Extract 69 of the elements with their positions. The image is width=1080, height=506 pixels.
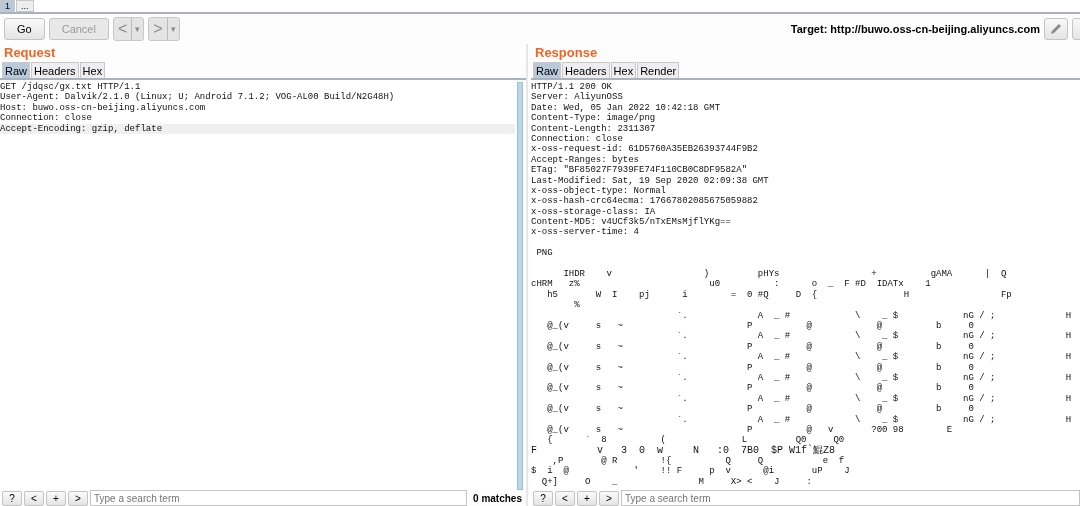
search-nav-button[interactable]: < bbox=[555, 490, 575, 506]
target-label: Target: http://buwo.oss-cn-beijing.aliyuncs.com bbox=[790, 23, 1040, 35]
message-line: `. A _ # \ _ $ nG / ; H bbox=[675, 310, 1072, 321]
message-line: @_(v s ~ P @ v ?00 98 E bbox=[546, 424, 953, 435]
message-line: x-oss-server-time: 4 bbox=[531, 227, 640, 238]
scrollbar[interactable] bbox=[517, 82, 523, 490]
view-tab[interactable]: Render bbox=[637, 62, 680, 78]
message-line: Accept-Ranges: bytes bbox=[531, 154, 640, 165]
search-nav-button[interactable]: > bbox=[599, 490, 619, 506]
message-line: cHRM z% u0 : o _ F #D IDATx 1 bbox=[531, 279, 931, 290]
search-field[interactable]: Type a search term bbox=[90, 490, 468, 506]
message-line: x-oss-hash-crc64ecma: 17667802085675059882 bbox=[531, 196, 758, 207]
message-line: `. A _ # \ _ $ nG / ; H bbox=[675, 331, 1072, 342]
pane-title: Request bbox=[3, 44, 57, 62]
view-tab[interactable]: Headers bbox=[562, 62, 610, 78]
message-line: Accept-Encoding: gzip, deflate bbox=[0, 123, 163, 134]
search-nav-button[interactable]: > bbox=[68, 490, 88, 506]
message-line: Content-MD5: v4UCf3k5/nTxEMsMjflYKg== bbox=[531, 217, 731, 228]
match-count: 0 matches bbox=[472, 492, 523, 504]
message-line: ,P @ R !{ Q Q e f bbox=[552, 456, 845, 467]
message-line: Date: Wed, 05 Jan 2022 10:42:18 GMT bbox=[531, 102, 721, 113]
search-nav-button[interactable]: + bbox=[46, 490, 66, 506]
search-nav-button[interactable]: ? bbox=[533, 490, 553, 506]
message-line: @_(v s ~ P @ @ b 0 bbox=[546, 404, 974, 415]
view-tab[interactable]: Hex bbox=[79, 62, 106, 78]
message-line: x-oss-request-id: 61D5760A35EB26393744F9B2 bbox=[531, 144, 758, 155]
message-line: @_(v s ~ P @ @ b 0 bbox=[546, 321, 974, 331]
message-line: Content-Type: image/png bbox=[531, 113, 656, 124]
message-line: Server: AliyunOSS bbox=[531, 92, 623, 103]
go-button[interactable]: Go bbox=[4, 18, 45, 40]
toolbar-button[interactable] bbox=[1072, 18, 1080, 40]
message-line: User-Agent: Dalvik/2.1.0 (Linux; U; Android 7.1.2; VOG-AL00 Build/N2G48H) bbox=[0, 92, 395, 103]
message-line: @_(v s ~ P @ @ b 0 bbox=[546, 362, 974, 373]
view-tab[interactable]: Raw bbox=[533, 62, 561, 78]
message-line: Host: buwo.oss-cn-beijing.aliyuncs.com bbox=[0, 102, 206, 113]
message-line: $ i @ ' !! F p v @i uP J bbox=[531, 466, 850, 477]
edit-target-button[interactable] bbox=[1044, 18, 1068, 40]
search-field[interactable]: Type a search term bbox=[621, 490, 1080, 506]
view-tab[interactable]: Hex bbox=[610, 62, 637, 78]
message-line: @_(v s ~ P @ @ b 0 bbox=[546, 341, 974, 352]
message-line: @_(v s ~ P @ @ b 0 bbox=[546, 383, 974, 394]
search-nav-button[interactable]: ? bbox=[2, 490, 22, 506]
search-nav-button[interactable]: + bbox=[577, 490, 597, 506]
message-line: `. A _ # \ _ $ nG / ; H bbox=[675, 352, 1072, 363]
message-line: PNG bbox=[535, 248, 553, 259]
message-line: `. A _ # \ _ $ nG / ; H bbox=[675, 414, 1072, 425]
message-line: F v 3 0 w N :0 7B0 $P W1f`鯤Z8 bbox=[531, 445, 836, 456]
repeater-tab[interactable]: 1 bbox=[0, 0, 15, 12]
message-line: Content-Length: 2311307 bbox=[531, 123, 656, 134]
message-line: Connection: close bbox=[0, 113, 92, 124]
message-line: HTTP/1.1 200 OK bbox=[531, 82, 612, 92]
message-line: x-oss-storage-class: IA bbox=[531, 206, 656, 217]
view-tab[interactable]: Raw bbox=[2, 62, 30, 78]
pencil-icon bbox=[1049, 22, 1063, 36]
search-nav-button[interactable]: < bbox=[24, 490, 44, 506]
message-line: IHDR v ) pHYs + gAMA | Q bbox=[562, 269, 1007, 280]
message-line: `. A _ # \ _ $ nG / ; H bbox=[675, 393, 1072, 404]
view-tab[interactable]: Headers bbox=[31, 62, 79, 78]
message-line: `. A _ # \ _ $ nG / ; H bbox=[675, 372, 1072, 383]
message-line: Last-Modified: Sat, 19 Sep 2020 02:09:38 GMT bbox=[531, 175, 769, 186]
message-line: Q+] O _ M X> < J : bbox=[540, 476, 812, 488]
message-line: Connection: close bbox=[531, 133, 623, 144]
message-line: x-oss-object-type: Normal bbox=[531, 185, 667, 196]
message-line: GET /jdqsc/gx.txt HTTP/1.1 bbox=[0, 82, 141, 92]
repeater-tab[interactable]: ... bbox=[16, 0, 34, 12]
pane-title: Response bbox=[534, 44, 599, 62]
message-line: % bbox=[573, 300, 580, 311]
message-line: ETag: "BF85027F7939FE74F110CB0C8DF9582A" bbox=[531, 165, 748, 176]
message-line: h5 W I pj i = 0 #Q D { H Fp bbox=[546, 289, 1012, 301]
